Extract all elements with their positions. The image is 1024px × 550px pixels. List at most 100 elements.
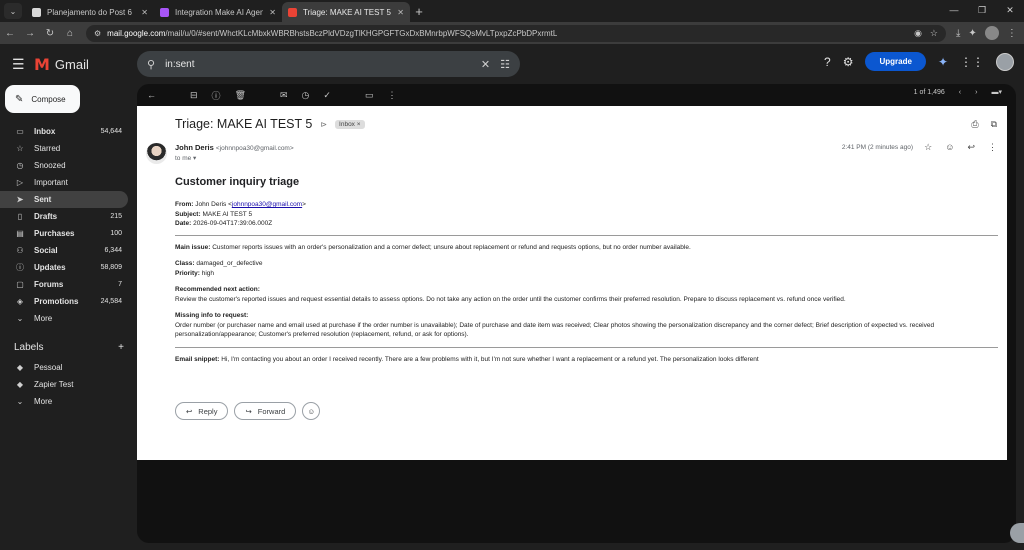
star-icon[interactable]: ☆: [924, 142, 932, 153]
subject-row: Triage: MAKE AI TEST 5 ⊳ Inbox ×: [175, 117, 365, 131]
upgrade-button[interactable]: Upgrade: [865, 52, 926, 71]
add-label-icon[interactable]: +: [118, 342, 124, 353]
tab-title: Triage: MAKE AI TEST 5 - johnn: [303, 7, 391, 17]
folder-list: ▭ Inbox 54,644 ☆ Starred ◷ Snoozed ▷ Important ➤ S…: [0, 123, 128, 327]
sidebar-item-social[interactable]: ⚇ Social 6,344: [0, 242, 128, 259]
browser-tab[interactable]: Triage: MAKE AI TEST 5 - johnn ✕: [282, 2, 410, 22]
gmail-logo[interactable]: M Gmail: [34, 55, 89, 74]
eye-icon[interactable]: ◉: [914, 28, 922, 39]
main-issue: Main issue: Customer reports issues with…: [175, 243, 998, 253]
reply-icon[interactable]: ↩: [967, 142, 975, 153]
older-icon[interactable]: ›: [975, 89, 977, 96]
help-icon[interactable]: ?: [824, 55, 831, 69]
sidebar-item-important[interactable]: ▷ Important: [0, 174, 128, 191]
sidebar-item-purchases[interactable]: ▤ Purchases 100: [0, 225, 128, 242]
extensions-icon[interactable]: ✦: [968, 28, 976, 39]
label-item-zapier-test[interactable]: ◆ Zapier Test: [0, 376, 128, 393]
url-field[interactable]: ⚙ mail.google.com/mail/u/0/#sent/WhctKLc…: [86, 24, 946, 42]
side-panel-toggle[interactable]: [1010, 523, 1024, 543]
recipient-details[interactable]: to me ▾: [175, 154, 196, 162]
search-bar[interactable]: ⚲ in:sent ✕ ☷: [137, 51, 520, 77]
back-to-list-icon[interactable]: ←: [147, 90, 156, 100]
settings-gear-icon[interactable]: ⚙: [843, 55, 854, 69]
more-actions-icon[interactable]: ⋮: [387, 90, 396, 101]
browser-tab[interactable]: Planejamento do Post 6 ✕: [26, 2, 154, 22]
sidebar-item-inbox[interactable]: ▭ Inbox 54,644: [0, 123, 128, 140]
inbox-label-chip[interactable]: Inbox ×: [335, 119, 365, 129]
back-icon[interactable]: ←: [0, 28, 20, 39]
emoji-react-icon[interactable]: ☺: [945, 142, 954, 153]
send-icon: ➤: [16, 195, 24, 204]
message-view: Triage: MAKE AI TEST 5 ⊳ Inbox × ⎙ ⧉ Joh…: [137, 106, 1007, 460]
apps-grid-icon[interactable]: ⋮⋮: [960, 55, 984, 69]
site-info-icon[interactable]: ⚙: [94, 29, 101, 38]
label-item-pessoal[interactable]: ◆ Pessoal: [0, 359, 128, 376]
delete-icon[interactable]: 🗑: [235, 90, 246, 101]
move-to-icon[interactable]: ▭: [365, 90, 374, 101]
search-icon[interactable]: ⚲: [147, 58, 155, 71]
account-avatar[interactable]: [996, 52, 1014, 71]
print-icon[interactable]: ⎙: [971, 119, 978, 130]
maximize-icon[interactable]: ❐: [968, 0, 996, 20]
sidebar-item-promotions[interactable]: ◈ Promotions 24,584: [0, 293, 128, 310]
label-item-more[interactable]: ⌄ More: [0, 393, 128, 410]
inbox-icon: ▭: [16, 127, 24, 136]
sidebar-item-forums[interactable]: ▢ Forums 7: [0, 276, 128, 293]
close-tab-icon[interactable]: ✕: [141, 8, 148, 17]
browser-menu-icon[interactable]: ⋮: [1007, 28, 1017, 39]
bookmark-star-icon[interactable]: ☆: [930, 28, 938, 39]
close-tab-icon[interactable]: ✕: [269, 8, 276, 17]
clock-icon: ◷: [16, 161, 24, 170]
sender-avatar[interactable]: [146, 143, 167, 164]
class-label: Class:: [175, 260, 195, 267]
sender-name[interactable]: John Deris: [175, 143, 214, 152]
message-more-icon[interactable]: ⋮: [988, 142, 997, 153]
gemini-icon[interactable]: ✦: [938, 55, 948, 69]
forward-label: Forward: [257, 406, 286, 416]
open-new-window-icon[interactable]: ⧉: [991, 119, 997, 130]
sidebar-item-snoozed[interactable]: ◷ Snoozed: [0, 157, 128, 174]
tab-search-button[interactable]: ⌄: [4, 3, 22, 19]
report-spam-icon[interactable]: ⓘ: [212, 89, 221, 102]
browser-profile-avatar[interactable]: [984, 26, 999, 40]
main-menu-icon[interactable]: ☰: [12, 56, 25, 73]
sender-info: John Deris <johnnpoa30@gmail.com>: [175, 143, 294, 152]
sidebar-item-sent[interactable]: ➤ Sent: [0, 191, 128, 208]
sidebar-item-updates[interactable]: ⓘ Updates 58,809: [0, 259, 128, 276]
new-tab-button[interactable]: +: [410, 4, 428, 19]
labels-heading: Labels: [14, 342, 44, 353]
reply-actions: ↩ Reply ↪ Forward ☺: [175, 402, 321, 420]
forward-button[interactable]: ↪ Forward: [234, 402, 297, 420]
reload-icon[interactable]: ↻: [40, 28, 60, 39]
search-input[interactable]: in:sent: [165, 59, 471, 70]
forward-nav-icon[interactable]: →: [20, 28, 40, 39]
compose-button[interactable]: ✎ Compose: [5, 85, 80, 113]
newer-icon[interactable]: ‹: [959, 89, 961, 96]
minimize-icon[interactable]: —: [940, 0, 968, 20]
importance-marker-icon[interactable]: ⊳: [320, 120, 327, 129]
download-icon[interactable]: ⤓: [956, 28, 960, 39]
search-options-icon[interactable]: ☷: [500, 58, 510, 71]
sidebar-item-count: 58,809: [100, 264, 122, 271]
sidebar-item-drafts[interactable]: ▯ Drafts 215: [0, 208, 128, 225]
promotions-icon: ◈: [16, 297, 24, 306]
snippet-text: Hi, I'm contacting you about an order I …: [221, 355, 759, 363]
sidebar-item-more[interactable]: ⌄ More: [0, 310, 128, 327]
snooze-icon[interactable]: ◷: [302, 90, 310, 101]
archive-icon[interactable]: ⊟: [190, 90, 198, 101]
clear-search-icon[interactable]: ✕: [481, 58, 490, 71]
home-icon[interactable]: ⌂: [60, 28, 80, 39]
browser-tab[interactable]: Integration Make AI Agent | Ma ✕: [154, 2, 282, 22]
mark-unread-icon[interactable]: ✉: [280, 90, 288, 101]
from-email-link[interactable]: johnnpoa30@gmail.com: [232, 201, 302, 208]
sidebar-item-starred[interactable]: ☆ Starred: [0, 140, 128, 157]
add-task-icon[interactable]: ✓: [323, 90, 331, 101]
reply-button[interactable]: ↩ Reply: [175, 402, 229, 420]
date-value: 2026-09-04T17:39:06.000Z: [193, 220, 273, 227]
emoji-reaction-button[interactable]: ☺: [302, 402, 321, 420]
keyboard-input-icon[interactable]: ▬▾: [991, 88, 1002, 96]
url-path: /mail/u/0/#sent/WhctKLcMbxkWBRBhstsBczPl…: [165, 28, 558, 38]
close-tab-icon[interactable]: ✕: [397, 8, 404, 17]
forums-icon: ▢: [16, 280, 24, 289]
close-window-icon[interactable]: ✕: [996, 0, 1024, 20]
